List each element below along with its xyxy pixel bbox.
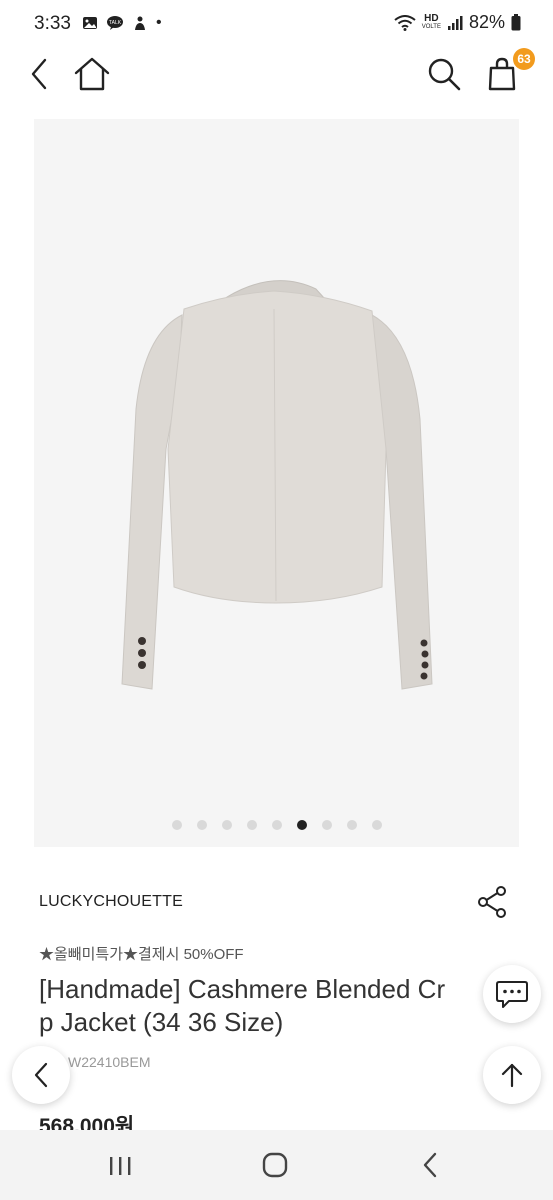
home-icon — [74, 57, 110, 91]
more-notifications-dot: • — [156, 14, 162, 31]
brand-name[interactable]: LUCKYCHOUETTE — [39, 893, 183, 911]
promo-label: ★올빼미특가★결제시 50%OFF — [39, 946, 244, 963]
share-button[interactable] — [476, 885, 510, 919]
product-title-line-2: p Jacket (34 36 Size) — [39, 1007, 284, 1037]
system-navigation-bar — [0, 1130, 553, 1200]
wifi-icon — [394, 14, 416, 31]
battery-percent: 82% — [468, 12, 505, 32]
carousel-dot[interactable] — [271, 820, 282, 830]
status-bar: 3:33 TALK • HD VOLTE 82% — [0, 0, 553, 48]
recent-apps-button[interactable] — [100, 1150, 140, 1182]
svg-text:TALK: TALK — [109, 20, 122, 26]
carousel-dot[interactable] — [196, 820, 207, 830]
app-notification-icon — [135, 16, 145, 30]
search-icon — [428, 58, 461, 91]
back-icon — [31, 58, 47, 90]
talk-notification-icon: TALK — [107, 16, 123, 30]
notification-icons: TALK • — [82, 14, 162, 32]
system-back-button[interactable] — [412, 1148, 448, 1182]
back-nav-icon — [423, 1152, 437, 1178]
chat-button[interactable] — [483, 965, 541, 1023]
system-home-button[interactable] — [255, 1148, 295, 1182]
product-image — [121, 280, 433, 690]
battery-icon — [511, 14, 521, 31]
carousel-indicator — [0, 820, 553, 830]
carousel-dot[interactable] — [296, 820, 307, 830]
chat-icon — [496, 981, 528, 1008]
status-time: 3:33 — [34, 13, 71, 34]
home-button[interactable] — [72, 54, 112, 94]
app-header — [0, 48, 553, 100]
home-circle-icon — [262, 1152, 288, 1178]
product-title-line-1: [Handmade] Cashmere Blended Cr — [39, 974, 446, 1004]
recent-apps-icon — [110, 1157, 131, 1175]
carousel-dot[interactable] — [371, 820, 382, 830]
cart-count-badge: 63 — [513, 48, 535, 70]
prev-arrow-icon — [34, 1062, 48, 1088]
share-icon — [478, 886, 506, 918]
gallery-notification-icon — [83, 17, 97, 29]
network-hd-label: HD — [424, 12, 439, 24]
carousel-dot[interactable] — [346, 820, 357, 830]
carousel-dot[interactable] — [321, 820, 332, 830]
product-code: W22410BEM — [68, 1054, 151, 1070]
product-image-carousel[interactable] — [34, 119, 519, 847]
back-button[interactable] — [22, 56, 56, 92]
carousel-dot[interactable] — [221, 820, 232, 830]
signal-icon — [447, 15, 463, 30]
scroll-top-button[interactable] — [483, 1046, 541, 1104]
carousel-dot[interactable] — [246, 820, 257, 830]
network-volte-label: VOLTE — [421, 23, 441, 30]
product-title: [Handmade] Cashmere Blended Cr p Jacket … — [39, 973, 489, 1039]
carousel-dot[interactable] — [171, 820, 182, 830]
shopping-bag-icon — [488, 57, 516, 91]
scroll-top-icon — [501, 1063, 523, 1088]
previous-button[interactable] — [12, 1046, 70, 1104]
network-type: HD VOLTE — [421, 12, 441, 32]
search-button[interactable] — [424, 54, 464, 94]
